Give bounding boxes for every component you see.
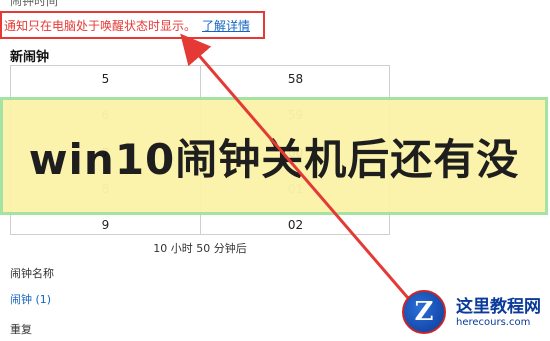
site-logo: Z 这里教程网 herecours.com — [400, 270, 550, 340]
alarm-time-label-partial: 闹钟时间 — [10, 0, 59, 8]
banner-title: win10闹钟关机后还有没 — [28, 134, 520, 184]
minute-cell[interactable]: 02 — [201, 218, 390, 232]
title-banner: win10闹钟关机后还有没 — [0, 97, 548, 215]
alarm-name-label: 闹钟名称 — [10, 267, 54, 280]
alarm-name-value[interactable]: 闹钟 (1) — [10, 291, 51, 307]
notice-text: 通知只在电脑处于唤醒状态时显示。 — [4, 18, 197, 33]
logo-url: herecours.com — [456, 317, 531, 328]
learn-more-link[interactable]: 了解详情 — [202, 17, 250, 34]
logo-title: 这里教程网 — [456, 297, 541, 317]
notice-highlight-box: 通知只在电脑处于唤醒状态时显示。 了解详情 — [0, 11, 265, 39]
repeat-label: 重复 — [10, 323, 32, 336]
new-alarm-title: 新闹钟 — [10, 50, 50, 65]
time-remaining-text: 10 小时 50 分钟后 — [153, 242, 247, 255]
hour-cell[interactable]: 9 — [11, 218, 200, 232]
hour-cell[interactable]: 5 — [11, 72, 200, 86]
logo-z-icon: Z — [402, 290, 446, 334]
minute-cell[interactable]: 58 — [201, 72, 390, 86]
